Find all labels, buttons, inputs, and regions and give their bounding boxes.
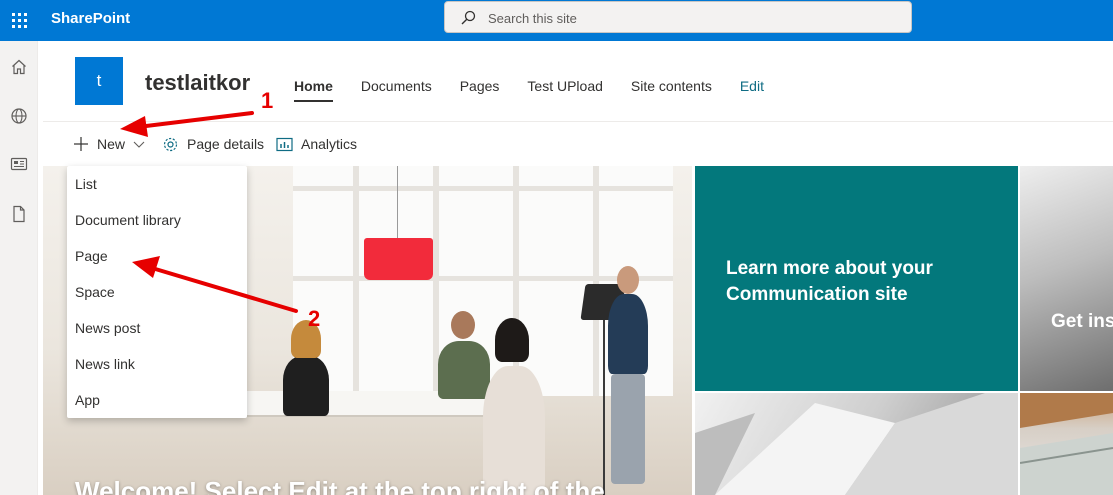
- annotation-overlay: [120, 111, 298, 313]
- annotation-label-2: 2: [308, 306, 321, 331]
- annotation-label-1: 1: [261, 88, 274, 113]
- annotation-arrow-2: [132, 256, 298, 313]
- annotation-arrow-1: [120, 111, 254, 137]
